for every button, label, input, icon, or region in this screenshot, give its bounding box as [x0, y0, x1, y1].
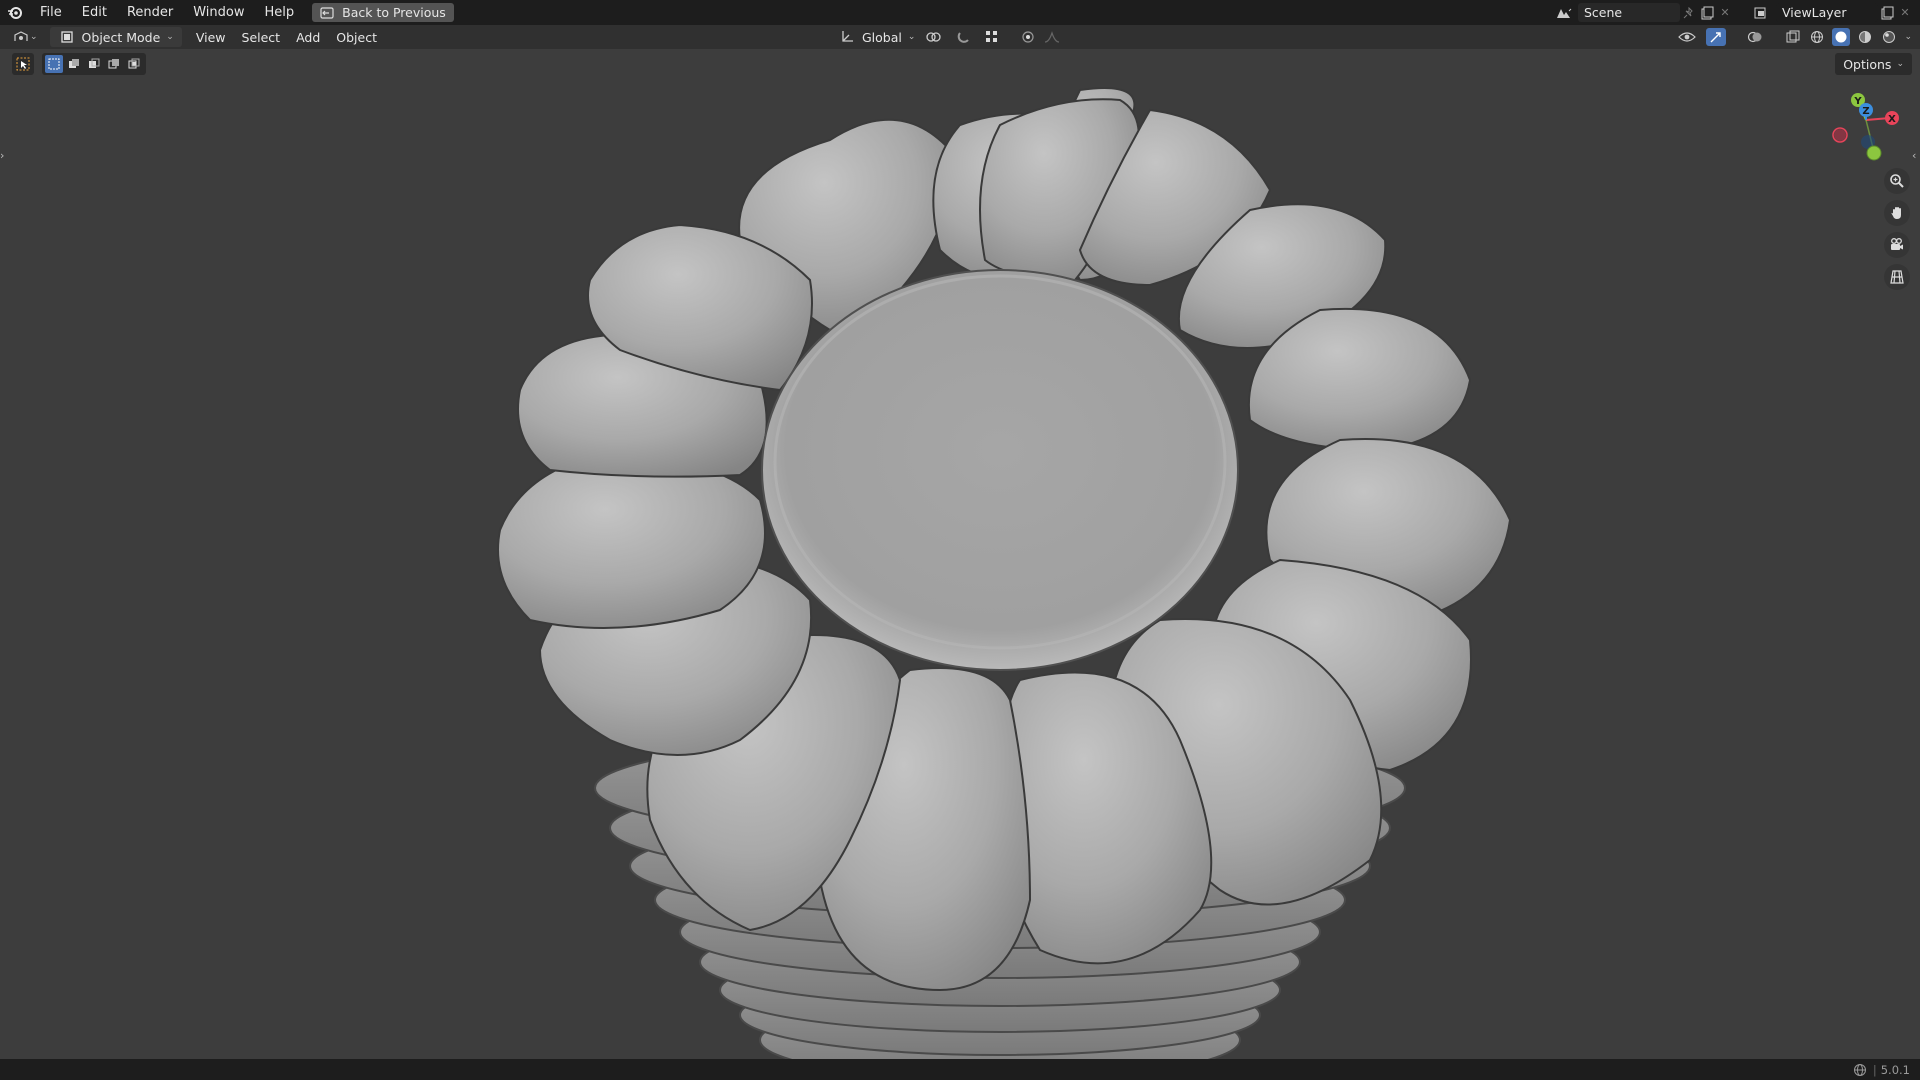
- sidebar-expand-arrow[interactable]: ‹: [1912, 149, 1920, 165]
- back-label: Back to Previous: [342, 5, 446, 20]
- pin-icon[interactable]: [1680, 4, 1698, 22]
- transform-tools: Global ⌄: [838, 25, 1061, 49]
- snap-icon[interactable]: [955, 28, 973, 46]
- editor-type-icon: [12, 28, 30, 46]
- zoom-icon[interactable]: [1884, 168, 1910, 194]
- material-icon[interactable]: [1856, 28, 1874, 46]
- menu-object[interactable]: Object: [328, 27, 385, 47]
- corn-cob-model: [497, 87, 1512, 1059]
- viewlayer-field[interactable]: ViewLayer: [1776, 3, 1878, 22]
- status-separator: |: [1872, 1062, 1877, 1077]
- back-icon: [318, 4, 336, 22]
- snap-target-icon[interactable]: [979, 28, 1005, 46]
- shading-dropdown-icon[interactable]: ⌄: [1904, 32, 1912, 42]
- xray-icon[interactable]: [1784, 28, 1802, 46]
- gizmo-icon[interactable]: [1706, 28, 1727, 46]
- transform-orientation-label: Global: [862, 29, 902, 45]
- options-label: Options: [1843, 56, 1892, 72]
- select-intersect-icon[interactable]: [125, 55, 143, 73]
- cob-top-cap: [761, 269, 1239, 671]
- menu-add[interactable]: Add: [288, 27, 328, 47]
- blender-version: 5.0.1: [1880, 1062, 1910, 1077]
- back-to-previous-button[interactable]: Back to Previous: [312, 3, 454, 22]
- toolbar-expand-arrow[interactable]: ›: [0, 149, 8, 165]
- proportional-falloff-icon[interactable]: [1043, 28, 1061, 46]
- menu-file[interactable]: File: [30, 0, 72, 25]
- select-tool-icon[interactable]: [12, 53, 34, 75]
- object-mode-icon: [58, 28, 76, 46]
- new-viewlayer-icon[interactable]: [1878, 4, 1896, 22]
- menu-window[interactable]: Window: [183, 0, 254, 25]
- menu-edit[interactable]: Edit: [72, 0, 117, 25]
- viewport-display-tools: ⌄: [1674, 25, 1912, 49]
- status-bar: | 5.0.1: [0, 1059, 1920, 1080]
- menu-view[interactable]: View: [188, 27, 234, 47]
- viewlayer-icon[interactable]: [1748, 4, 1776, 22]
- rendered-icon[interactable]: [1880, 28, 1898, 46]
- proportional-icon[interactable]: [1019, 28, 1037, 46]
- menu-help[interactable]: Help: [255, 0, 305, 25]
- object-mode-dropdown[interactable]: Object Mode ⌄: [49, 27, 182, 47]
- overlay-icon[interactable]: [1742, 28, 1768, 46]
- visibility-icon[interactable]: [1674, 28, 1700, 46]
- blender-logo[interactable]: [0, 0, 30, 25]
- gizmo-x-label: X: [1888, 114, 1896, 125]
- pivot-icon[interactable]: [921, 28, 949, 46]
- scene-name: Scene: [1584, 5, 1623, 20]
- new-scene-icon[interactable]: [1698, 4, 1716, 22]
- transform-orientation-icon: [838, 28, 856, 46]
- tool-row: [12, 53, 146, 75]
- close-viewlayer-icon[interactable]: ✕: [1896, 4, 1914, 22]
- 3d-viewport[interactable]: › ‹: [0, 49, 1920, 1059]
- options-dropdown[interactable]: Options ⌄: [1835, 53, 1912, 75]
- gizmo-z-label: Z: [1862, 106, 1869, 117]
- topbar-right: Scene ✕ ViewLayer ✕: [1550, 0, 1920, 25]
- scene-icon[interactable]: [1550, 4, 1578, 22]
- selection-mode-group: [42, 53, 146, 75]
- globe-icon[interactable]: [1851, 1061, 1869, 1079]
- menu-select[interactable]: Select: [234, 27, 289, 47]
- menu-render[interactable]: Render: [117, 0, 183, 25]
- editor-type-button[interactable]: ⌄: [0, 27, 44, 47]
- wireframe-icon[interactable]: [1808, 28, 1826, 46]
- navigation-gizmo[interactable]: X Y Z: [1830, 92, 1900, 172]
- select-extend-icon[interactable]: [65, 55, 83, 73]
- select-box-icon[interactable]: [45, 55, 63, 73]
- transform-orientation-dropdown[interactable]: Global ⌄: [838, 27, 915, 47]
- object-mode-label: Object Mode: [81, 29, 161, 45]
- close-scene-icon[interactable]: ✕: [1716, 4, 1734, 22]
- scene-field[interactable]: Scene: [1578, 3, 1680, 22]
- navigation-buttons: [1884, 168, 1910, 290]
- grid-icon[interactable]: [1884, 264, 1910, 290]
- top-bar: File Edit Render Window Help Back to Pre…: [0, 0, 1920, 25]
- camera-icon[interactable]: [1884, 232, 1910, 258]
- select-subtract-icon[interactable]: [85, 55, 103, 73]
- solid-icon[interactable]: [1832, 28, 1851, 46]
- hand-icon[interactable]: [1884, 200, 1910, 226]
- select-invert-icon[interactable]: [105, 55, 123, 73]
- viewlayer-name: ViewLayer: [1782, 5, 1847, 20]
